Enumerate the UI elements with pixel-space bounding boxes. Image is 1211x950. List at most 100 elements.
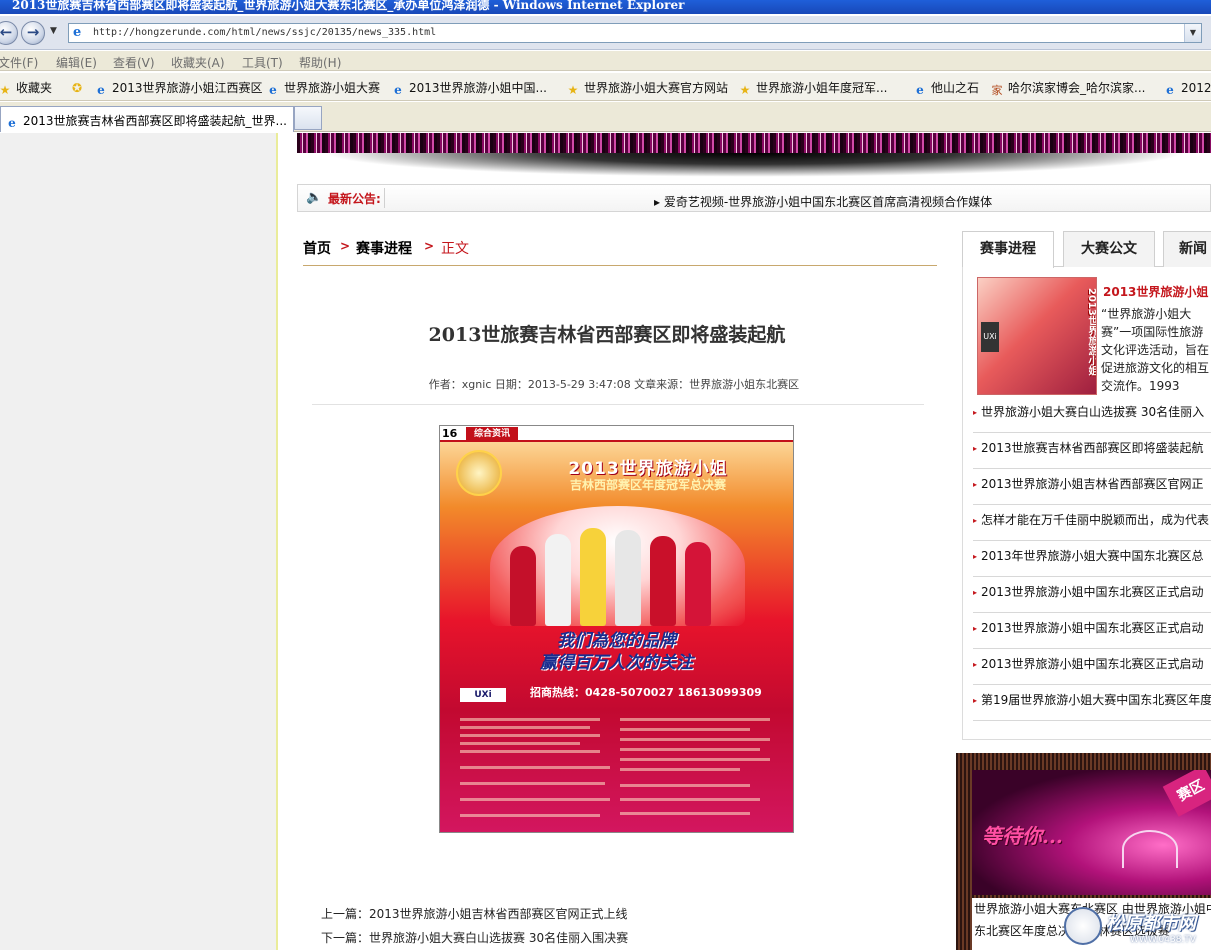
- address-url[interactable]: http://hongzerunde.com/html/news/ssjc/20…: [93, 27, 436, 38]
- favorite-link[interactable]: e 2013世界旅游小姐江西赛区: [94, 79, 262, 97]
- navigation-toolbar: ← → ▼ e http://hongzerunde.com/html/news…: [0, 16, 1211, 50]
- poster-text-block: [620, 738, 770, 741]
- ad-image[interactable]: 赛区 等待你...: [972, 770, 1211, 895]
- poster-page-number: 16: [442, 427, 458, 440]
- tab-active[interactable]: e 2013世旅赛吉林省西部赛区即将盛装起航_世界...: [0, 106, 294, 132]
- tab-news[interactable]: 新闻: [1163, 231, 1211, 267]
- list-item[interactable]: ▸ 第19届世界旅游小姐大赛中国东北赛区年度: [973, 685, 1211, 721]
- recent-pages-dropdown-icon[interactable]: ▼: [50, 26, 57, 36]
- address-dropdown-button[interactable]: ▼: [1184, 24, 1201, 42]
- uxi-logo: UXi: [981, 322, 999, 352]
- menu-bar: 文件(F) 编辑(E) 查看(V) 收藏夹(A) 工具(T) 帮助(H): [0, 51, 1211, 71]
- speaker-icon: 🔈: [306, 190, 323, 205]
- list-item[interactable]: ▸ 2013年世界旅游小姐大赛中国东北赛区总: [973, 541, 1211, 577]
- contestant-figure: [545, 534, 571, 626]
- menu-edit[interactable]: 编辑(E): [56, 54, 97, 71]
- ad-headline: 等待你...: [982, 824, 1063, 848]
- breadcrumb-current: 正文: [441, 241, 469, 257]
- list-item[interactable]: ▸ 怎样才能在万千佳丽中脱颖而出，成为代表: [973, 505, 1211, 541]
- contestant-figure: [615, 530, 641, 626]
- ie-icon: e: [1166, 83, 1174, 97]
- watermark-url: WWW.0438.TV: [1130, 935, 1196, 945]
- previous-article-link[interactable]: 上一篇：2013世界旅游小姐吉林省西部赛区官网正式上线: [321, 905, 628, 922]
- breadcrumb-home[interactable]: 首页: [303, 238, 331, 258]
- banner-shadow: [297, 153, 1211, 181]
- poster-text-block: [620, 812, 750, 815]
- poster-text-block: [620, 718, 770, 721]
- ie-icon: e: [8, 116, 16, 130]
- favorites-button[interactable]: ★ 收藏夹: [0, 79, 52, 97]
- favorite-link[interactable]: 家哈尔滨家博会_哈尔滨家...: [990, 79, 1146, 98]
- notice-bar: 🔈 最新公告: ▸ 爱奇艺视频-世界旅游小姐中国东北赛区首席高清视频合作媒体: [297, 184, 1211, 212]
- favorite-link[interactable]: e 世界旅游小姐大赛: [266, 79, 380, 97]
- tab-official-documents[interactable]: 大赛公文: [1063, 231, 1155, 267]
- poster-text-block: [620, 798, 760, 801]
- notice-link[interactable]: ▸ 爱奇艺视频-世界旅游小姐中国东北赛区首席高清视频合作媒体: [654, 193, 992, 210]
- poster-text-block: [460, 766, 610, 769]
- list-item[interactable]: ▸ 2013世旅赛吉林省西部赛区即将盛装起航: [973, 433, 1211, 469]
- sidebar-panel: UXi 2013世界旅游小姐 2013世界旅游小姐 “世界旅游小姐大赛”一项国际…: [962, 267, 1211, 740]
- poster-text-block: [460, 742, 580, 745]
- favorite-link[interactable]: e2012冬: [1163, 79, 1211, 97]
- list-item[interactable]: ▸ 2013世界旅游小姐中国东北赛区正式启动: [973, 613, 1211, 649]
- header-banner: [297, 133, 1211, 153]
- breadcrumb: 首页 > 赛事进程 > 正文: [303, 238, 937, 266]
- divider: [312, 404, 924, 405]
- address-bar[interactable]: e http://hongzerunde.com/html/news/ssjc/…: [68, 23, 1202, 43]
- window-title-bar: 2013世旅赛吉林省西部赛区即将盛装起航_世界旅游小姐大赛东北赛区_承办单位鸿泽…: [0, 0, 1211, 14]
- poster-header: 16 综合资讯: [440, 426, 793, 442]
- favorite-link[interactable]: e 2013世界旅游小姐中国...: [391, 79, 547, 97]
- poster-hotline: 招商热线：0428-5070027 18613099309: [530, 686, 762, 699]
- notice-divider: [384, 188, 385, 208]
- menu-help[interactable]: 帮助(H): [299, 54, 341, 71]
- list-item[interactable]: ▸ 2013世界旅游小姐中国东北赛区正式启动: [973, 649, 1211, 685]
- menu-favorites[interactable]: 收藏夹(A): [171, 54, 225, 71]
- menu-view[interactable]: 查看(V): [113, 54, 155, 71]
- menu-tools[interactable]: 工具(T): [242, 54, 283, 71]
- feature-title-link[interactable]: 2013世界旅游小姐: [1103, 283, 1208, 300]
- bullet-icon: ▸: [973, 480, 978, 489]
- ad-badge: 赛区: [1162, 770, 1211, 817]
- poster-text-block: [460, 718, 600, 721]
- star-icon: ★: [567, 83, 579, 97]
- favorite-link[interactable]: ★ 世界旅游小姐年度冠军...: [738, 79, 888, 97]
- menu-file[interactable]: 文件(F): [0, 54, 38, 71]
- list-item[interactable]: ▸ 世界旅游小姐大赛白山选拔赛 30名佳丽入: [973, 397, 1211, 433]
- star-icon: ★: [739, 83, 751, 97]
- add-favorite-button[interactable]: ✪: [70, 79, 88, 95]
- ie-icon: e: [73, 25, 82, 40]
- pageant-logo: [456, 450, 502, 496]
- favorite-link[interactable]: ★ 世界旅游小姐大赛官方网站: [566, 79, 728, 97]
- poster-text-block: [460, 726, 590, 729]
- home-icon: 家: [991, 84, 1003, 97]
- forward-button[interactable]: →: [21, 21, 45, 45]
- bullet-icon: ▸: [973, 696, 978, 705]
- watermark-name: 松原都市网: [1106, 913, 1196, 934]
- list-item[interactable]: ▸ 2013世界旅游小姐吉林省西部赛区官网正: [973, 469, 1211, 505]
- feature-thumbnail[interactable]: UXi 2013世界旅游小姐: [977, 277, 1097, 395]
- watermark: 松原都市网 WWW.0438.TV: [1064, 907, 1211, 950]
- poster-text-block: [460, 814, 600, 817]
- breadcrumb-section[interactable]: 赛事进程: [356, 238, 412, 258]
- star-icon: ★: [0, 83, 11, 97]
- breadcrumb-separator: >: [340, 239, 351, 253]
- watermark-logo-icon: [1064, 907, 1102, 945]
- contestant-figure: [685, 542, 711, 626]
- poster-text-block: [620, 784, 750, 787]
- news-list: ▸ 世界旅游小姐大赛白山选拔赛 30名佳丽入 ▸ 2013世旅赛吉林省西部赛区即将盛…: [973, 397, 1211, 721]
- list-item[interactable]: ▸ 2013世界旅游小姐中国东北赛区正式启动: [973, 577, 1211, 613]
- next-article-link[interactable]: 下一篇：世界旅游小姐大赛白山选拔赛 30名佳丽入围决赛: [321, 929, 628, 946]
- tab-event-progress[interactable]: 赛事进程: [962, 231, 1054, 268]
- poster-text-block: [460, 782, 605, 785]
- crown-icon: [1122, 830, 1178, 868]
- forward-arrow-icon: →: [26, 23, 40, 41]
- new-tab-button[interactable]: [294, 106, 322, 130]
- favorite-link[interactable]: e 他山之石: [913, 79, 979, 97]
- bullet-icon: ▸: [973, 660, 978, 669]
- article-poster-image: 16 综合资讯 2013世界旅游小姐 吉林西部赛区年度冠军总决赛 我们為您的品牌…: [439, 425, 794, 833]
- notice-label: 最新公告:: [328, 192, 381, 206]
- poster-text-block: [620, 728, 750, 731]
- poster-text-block: [620, 758, 770, 761]
- back-button[interactable]: ←: [0, 21, 18, 45]
- poster-text-block: [620, 768, 740, 771]
